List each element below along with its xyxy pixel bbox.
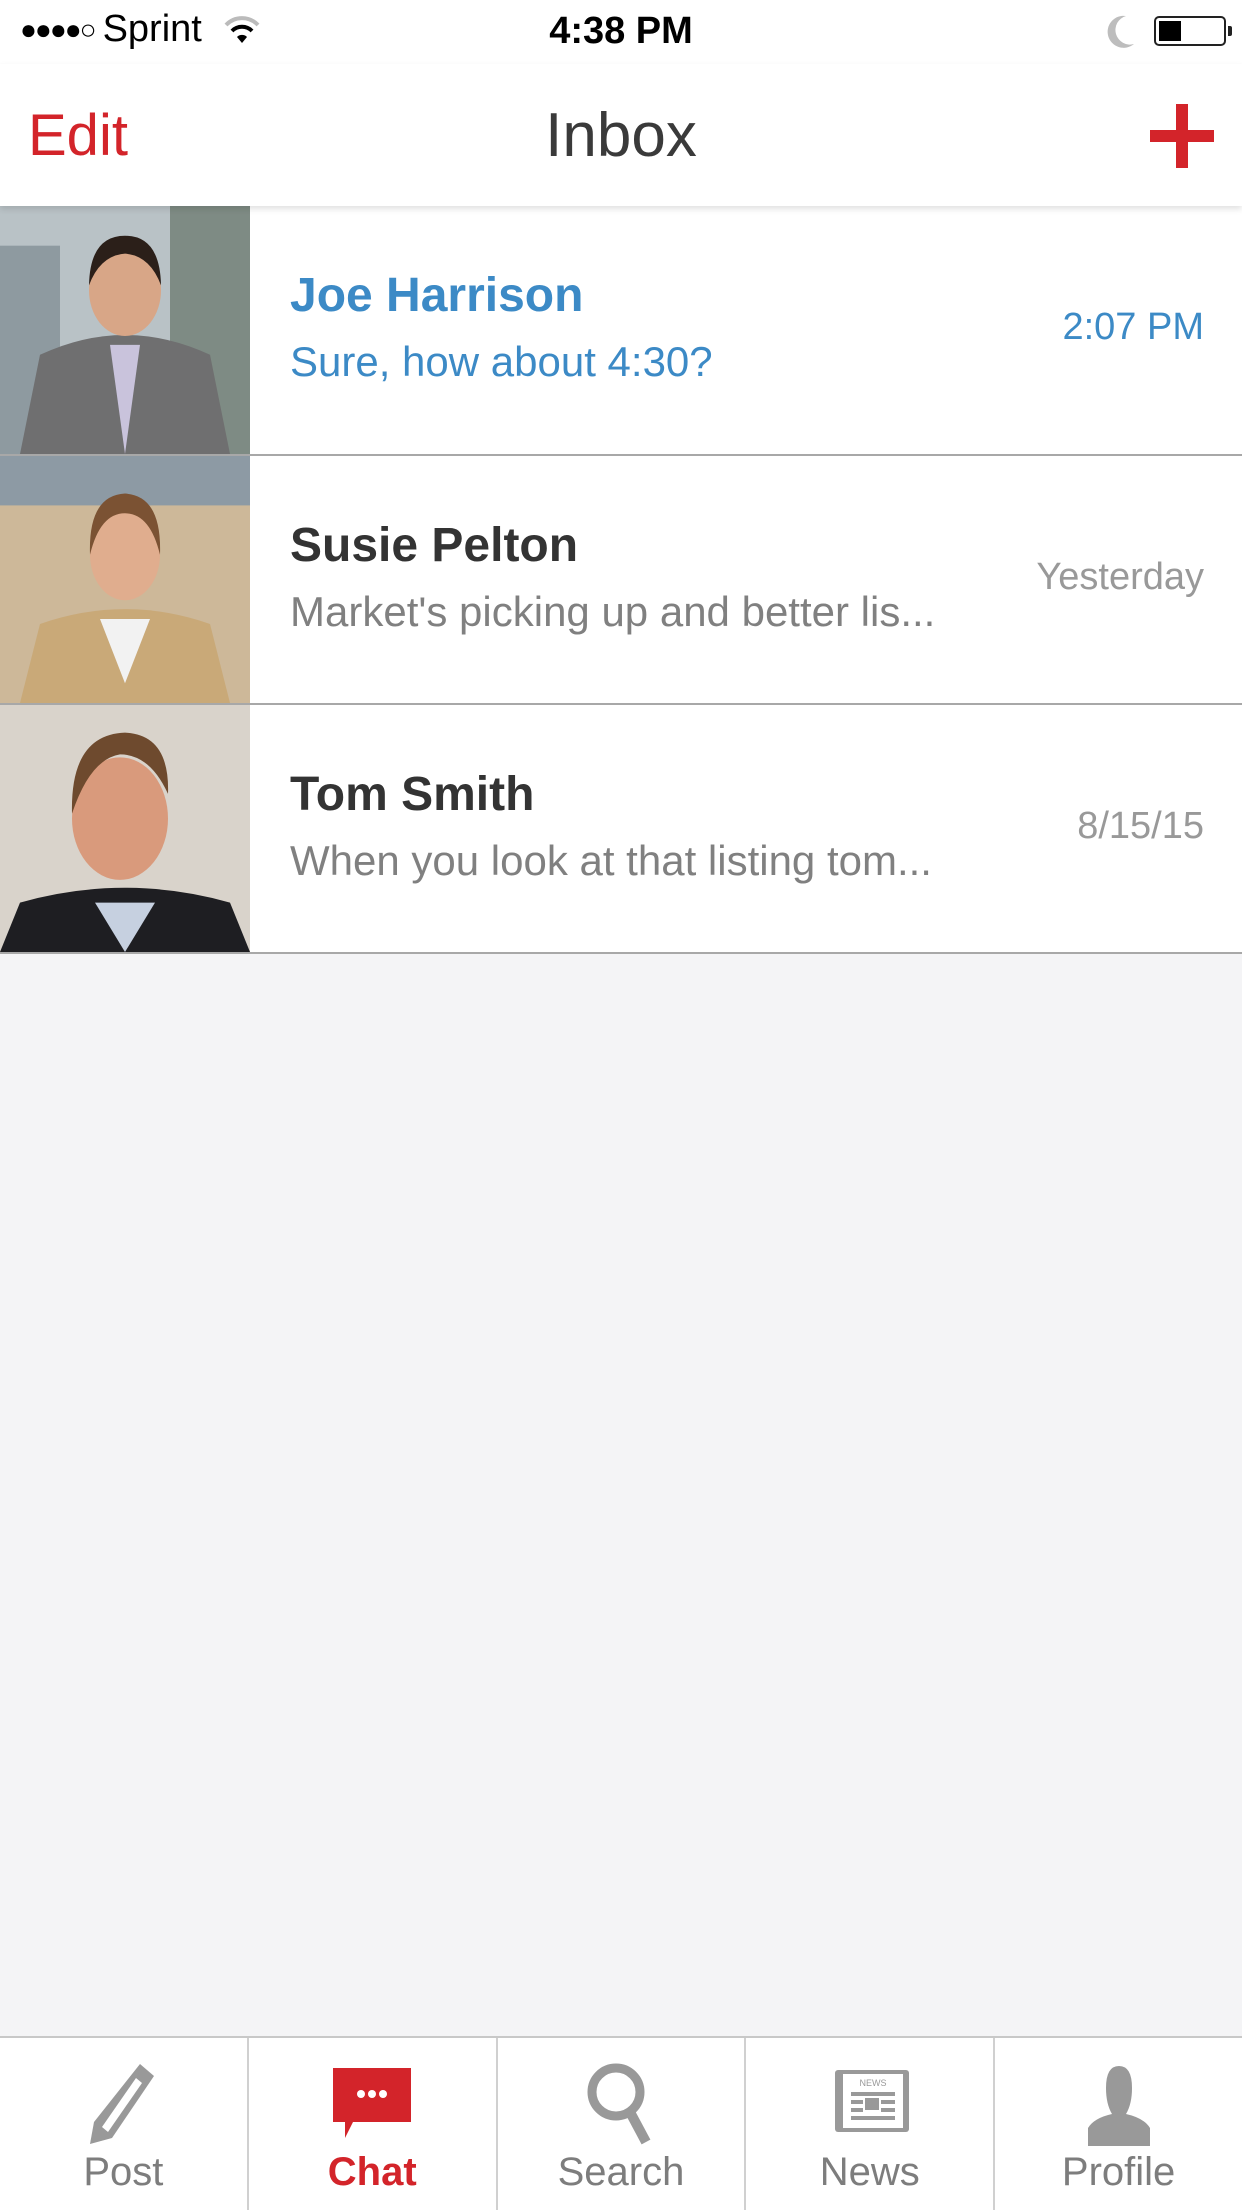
message-time: 8/15/15 <box>1077 805 1204 847</box>
tab-label: Search <box>557 2150 685 2194</box>
message-preview: Market's picking up and better lis... <box>290 588 936 635</box>
search-icon <box>587 2063 651 2145</box>
conversation-row[interactable]: Susie Pelton Market's picking up and bet… <box>0 456 1242 705</box>
tab-label: Post <box>83 2150 164 2194</box>
avatar <box>0 456 250 703</box>
navigation-bar: Edit Inbox <box>0 64 1242 206</box>
avatar <box>0 705 250 952</box>
message-time: Yesterday <box>1036 556 1204 598</box>
contact-name: Susie Pelton <box>290 519 579 572</box>
tab-news[interactable]: NEWS News <box>746 2038 996 2210</box>
tab-chat[interactable]: Chat <box>249 2038 498 2210</box>
avatar <box>0 206 250 454</box>
chat-bubble-icon <box>333 2068 412 2138</box>
plus-icon[interactable] <box>1150 104 1214 168</box>
tab-profile[interactable]: Profile <box>995 2038 1242 2210</box>
battery-icon <box>1154 16 1232 46</box>
pencil-icon <box>90 2064 155 2144</box>
page-title: Inbox <box>545 101 697 170</box>
contact-name: Joe Harrison <box>290 269 584 322</box>
status-bar: ●●●●○ Sprint 4:38 PM <box>0 0 1242 64</box>
contact-name: Tom Smith <box>290 768 535 821</box>
tab-bar: Post Chat Search NEWS News Profile <box>0 2036 1242 2210</box>
person-icon <box>1087 2066 1150 2146</box>
status-time: 4:38 PM <box>549 10 693 52</box>
conversation-row[interactable]: Tom Smith When you look at that listing … <box>0 705 1242 954</box>
conversation-row[interactable]: Joe Harrison Sure, how about 4:30? 2:07 … <box>0 206 1242 456</box>
news-icon-text: NEWS <box>859 2078 886 2088</box>
newspaper-icon: NEWS <box>834 2070 909 2132</box>
edit-button[interactable]: Edit <box>28 102 128 169</box>
tab-label: Chat <box>327 2150 417 2194</box>
tab-post[interactable]: Post <box>0 2038 249 2210</box>
message-time: 2:07 PM <box>1062 306 1204 348</box>
conversation-list: Joe Harrison Sure, how about 4:30? 2:07 … <box>0 206 1242 954</box>
tab-search[interactable]: Search <box>498 2038 747 2210</box>
message-preview: Sure, how about 4:30? <box>290 338 713 385</box>
message-preview: When you look at that listing tom... <box>290 837 932 884</box>
tab-label: Profile <box>1061 2150 1176 2194</box>
moon-icon <box>1107 15 1134 48</box>
tab-label: News <box>819 2150 920 2194</box>
